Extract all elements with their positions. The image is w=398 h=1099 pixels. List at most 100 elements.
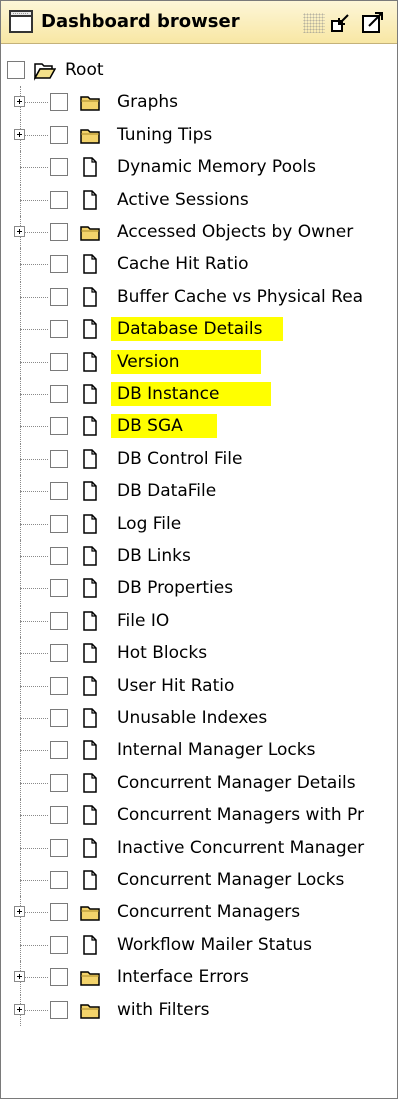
tree-item[interactable]: Tuning Tips — [1, 119, 397, 151]
tree-item[interactable]: Buffer Cache vs Physical Rea — [1, 281, 397, 313]
tree-branch-line — [20, 297, 48, 298]
tree-item-label: File IO — [117, 611, 170, 631]
tree-branch-line — [20, 848, 48, 849]
item-checkbox[interactable] — [50, 417, 68, 435]
item-checkbox[interactable] — [50, 968, 68, 986]
folder-icon — [80, 971, 100, 986]
tree-item[interactable]: DB Properties — [1, 572, 397, 604]
tree-branch-line — [20, 783, 48, 784]
tree-item-label: Accessed Objects by Owner — [117, 222, 354, 242]
item-checkbox[interactable] — [50, 839, 68, 857]
expand-plus-icon[interactable] — [14, 226, 25, 237]
item-checkbox[interactable] — [50, 320, 68, 338]
expand-plus-icon[interactable] — [14, 906, 25, 917]
tree-item[interactable]: Concurrent Managers with Pr — [1, 799, 397, 831]
item-checkbox[interactable] — [50, 353, 68, 371]
tree-item[interactable]: DB Instance — [1, 378, 397, 410]
tree-item-label: with Filters — [117, 1000, 210, 1020]
tree-item[interactable]: File IO — [1, 605, 397, 637]
tree-item[interactable]: Workflow Mailer Status — [1, 929, 397, 961]
dashboard-browser-panel: Dashboard browser Root Graphs Tuning Tips… — [0, 0, 398, 1099]
document-icon — [83, 384, 97, 404]
item-checkbox[interactable] — [50, 223, 68, 241]
item-checkbox[interactable] — [50, 255, 68, 273]
item-checkbox[interactable] — [50, 612, 68, 630]
item-checkbox[interactable] — [50, 126, 68, 144]
tree-item-label: Inactive Concurrent Manager — [117, 838, 365, 858]
tree-item[interactable]: Accessed Objects by Owner — [1, 216, 397, 248]
document-icon — [83, 578, 97, 598]
item-checkbox[interactable] — [50, 450, 68, 468]
tree-item-label: Buffer Cache vs Physical Rea — [117, 287, 364, 307]
item-checkbox[interactable] — [50, 191, 68, 209]
tree-item[interactable]: Unusable Indexes — [1, 702, 397, 734]
tree-item[interactable]: Hot Blocks — [1, 637, 397, 669]
item-checkbox[interactable] — [50, 903, 68, 921]
tree-item[interactable]: DB DataFile — [1, 475, 397, 507]
document-icon — [83, 708, 97, 728]
tree-item-label: Unusable Indexes — [117, 708, 268, 728]
drag-grip-icon[interactable] — [303, 13, 325, 33]
folder-icon — [80, 96, 100, 111]
item-checkbox[interactable] — [50, 677, 68, 695]
item-checkbox[interactable] — [50, 1001, 68, 1019]
tree-item[interactable]: Cache Hit Ratio — [1, 248, 397, 280]
document-icon — [83, 449, 97, 469]
tree-item-label: Cache Hit Ratio — [117, 254, 249, 274]
item-checkbox[interactable] — [50, 482, 68, 500]
tree-item[interactable]: DB Control File — [1, 443, 397, 475]
item-checkbox[interactable] — [50, 774, 68, 792]
item-checkbox[interactable] — [50, 806, 68, 824]
expand-plus-icon[interactable] — [14, 96, 25, 107]
tree-root[interactable]: Root — [1, 54, 397, 86]
tree-item[interactable]: Database Details — [1, 313, 397, 345]
tree-item-label: Concurrent Managers — [117, 902, 301, 922]
item-checkbox[interactable] — [50, 515, 68, 533]
item-checkbox[interactable] — [50, 644, 68, 662]
item-checkbox[interactable] — [50, 93, 68, 111]
tree-item[interactable]: Internal Manager Locks — [1, 734, 397, 766]
document-icon — [83, 352, 97, 372]
item-checkbox[interactable] — [50, 547, 68, 565]
item-checkbox[interactable] — [50, 741, 68, 759]
item-checkbox[interactable] — [50, 158, 68, 176]
tree-item-label: DB Instance — [111, 382, 271, 406]
item-checkbox[interactable] — [50, 385, 68, 403]
tree-item-label: DB DataFile — [117, 481, 217, 501]
tree-item[interactable]: Interface Errors — [1, 961, 397, 993]
expand-plus-icon[interactable] — [14, 1004, 25, 1015]
tree-item[interactable]: Inactive Concurrent Manager — [1, 832, 397, 864]
document-icon — [83, 643, 97, 663]
root-checkbox[interactable] — [7, 61, 25, 79]
tree-item[interactable]: Log File — [1, 508, 397, 540]
tree-item[interactable]: User Hit Ratio — [1, 670, 397, 702]
tree-item[interactable]: Concurrent Managers — [1, 896, 397, 928]
expand-plus-icon[interactable] — [14, 971, 25, 982]
item-checkbox[interactable] — [50, 709, 68, 727]
item-checkbox[interactable] — [50, 871, 68, 889]
expand-plus-icon[interactable] — [14, 129, 25, 140]
tree-item[interactable]: with Filters — [1, 994, 397, 1026]
tree-item[interactable]: DB SGA — [1, 410, 397, 442]
tree-item[interactable]: DB Links — [1, 540, 397, 572]
document-icon — [83, 416, 97, 436]
tree-branch-line — [20, 686, 48, 687]
tree-item[interactable]: Active Sessions — [1, 184, 397, 216]
tree-branch-line — [20, 588, 48, 589]
tree-item[interactable]: Version — [1, 346, 397, 378]
document-icon — [83, 287, 97, 307]
tree-item[interactable]: Concurrent Manager Details — [1, 767, 397, 799]
document-icon — [83, 935, 97, 955]
item-checkbox[interactable] — [50, 936, 68, 954]
maximize-panel-icon[interactable] — [361, 11, 385, 35]
dashboard-tree: Root Graphs Tuning Tips Dynamic Memory Poo… — [1, 54, 397, 1094]
item-checkbox[interactable] — [50, 579, 68, 597]
tree-item[interactable]: Dynamic Memory Pools — [1, 151, 397, 183]
minimize-panel-icon[interactable] — [329, 12, 351, 34]
tree-item[interactable]: Concurrent Manager Locks — [1, 864, 397, 896]
tree-item[interactable]: Graphs — [1, 86, 397, 118]
document-icon — [83, 514, 97, 534]
tree-item-label: DB Properties — [117, 578, 234, 598]
item-checkbox[interactable] — [50, 288, 68, 306]
tree-branch-line — [20, 329, 48, 330]
